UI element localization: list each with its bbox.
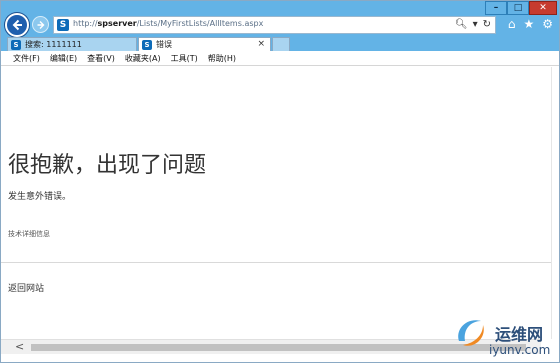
url-text[interactable]: http://spserver/Lists/MyFirstLists/AllIt… [73,19,263,28]
forward-arrow-icon [37,20,44,29]
favorites-star-icon[interactable]: ★ [523,18,534,30]
browser-window: S http://spserver/Lists/MyFirstLists/All… [0,0,560,363]
menu-file[interactable]: 文件(F) [13,53,40,64]
back-button[interactable] [5,13,29,37]
scrollbar-thumb[interactable] [31,344,526,351]
menu-help[interactable]: 帮助(H) [208,53,236,64]
error-description: 发生意外错误。 [8,192,72,202]
menu-tools[interactable]: 工具(T) [171,53,198,64]
settings-gear-icon[interactable]: ⚙ [542,18,553,30]
menu-favorites[interactable]: 收藏夹(A) [125,53,161,64]
watermark-logo: 运维网 iyunv.com [453,313,558,363]
home-icon[interactable]: ⌂ [508,18,516,30]
address-bar[interactable]: S http://spserver/Lists/MyFirstLists/All… [53,16,496,34]
error-title: 很抱歉，出现了问题 [8,153,207,178]
vertical-scrollbar[interactable] [551,67,559,339]
browser-titlebar: S http://spserver/Lists/MyFirstLists/All… [1,1,559,37]
watermark-swoosh-icon [458,320,484,346]
close-tab-icon[interactable]: × [257,39,265,49]
tab-label: 错误 [156,40,172,49]
tab-search[interactable]: S 搜索: 1111111 [7,37,137,51]
content-divider [1,262,551,263]
menu-edit[interactable]: 编辑(E) [50,53,77,64]
minimize-button[interactable]: – [485,1,507,15]
tab-label: 搜索: 1111111 [25,40,82,49]
close-window-button[interactable]: ✕ [529,1,557,15]
go-back-to-site-link[interactable]: 返回网站 [8,281,44,294]
watermark-text-en: iyunv.com [489,343,551,357]
back-arrow-icon [12,19,22,31]
sharepoint-tab-icon: S [11,39,21,50]
technical-details-link[interactable]: 技术详细信息 [8,229,50,239]
tab-error[interactable]: S 错误 × [138,37,271,51]
refresh-icon[interactable]: ↻ [483,19,491,31]
search-icon[interactable]: 🔍︎ [455,19,468,31]
sharepoint-site-icon: S [57,19,69,31]
menu-bar: 文件(F) 编辑(E) 查看(V) 收藏夹(A) 工具(T) 帮助(H) [1,51,559,66]
chevron-down-icon[interactable]: ▾ [473,19,478,31]
page-content: 很抱歉，出现了问题 发生意外错误。 技术详细信息 返回网站 [1,67,559,339]
browser-tools: ⌂ ★ ⚙ [508,18,553,30]
sharepoint-tab-icon: S [142,39,152,50]
forward-button[interactable] [32,16,49,33]
scroll-left-arrow-icon[interactable]: < [15,340,24,354]
tab-strip: S 搜索: 1111111 S 错误 × [1,37,559,51]
maximize-button[interactable]: □ [507,1,529,15]
menu-view[interactable]: 查看(V) [87,53,115,64]
window-controls: – □ ✕ [485,1,557,15]
watermark-text-cn: 运维网 [495,325,544,344]
new-tab-button[interactable] [272,37,290,51]
